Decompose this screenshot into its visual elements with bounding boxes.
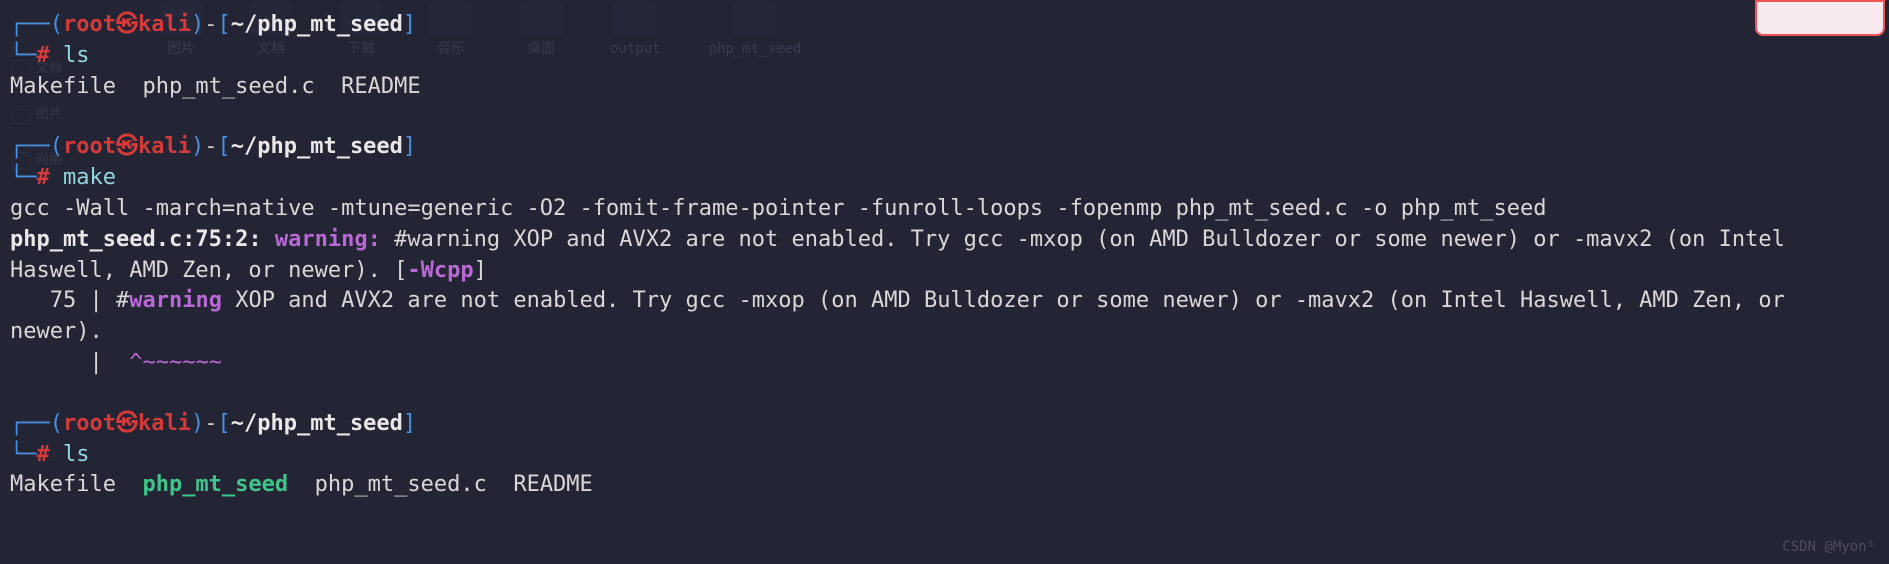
prompt-hash: # [37, 165, 50, 190]
prompt-user: root [63, 12, 116, 37]
ls-output: Makefile php_mt_seed php_mt_seed.c READM… [10, 470, 1879, 501]
command-text: ls [63, 442, 90, 467]
prompt-host: kali [138, 411, 191, 436]
warning-flag: -Wcpp [407, 258, 473, 283]
terminal-output[interactable]: ┌──(root㉿kali)-[~/php_mt_seed] └─# ls Ma… [10, 10, 1879, 501]
prompt-path: ~/php_mt_seed [231, 134, 403, 159]
gcc-invocation: gcc -Wall -march=native -mtune=generic -… [10, 194, 1879, 225]
watermark-text: CSDN @Myon⁵ [1782, 538, 1875, 558]
prompt-line: ┌──(root㉿kali)-[~/php_mt_seed] [10, 409, 1879, 440]
caret-marker: ^~~~~~~ [129, 350, 222, 375]
prompt-host: kali [138, 134, 191, 159]
command-text: ls [63, 43, 90, 68]
prompt-path: ~/php_mt_seed [231, 411, 403, 436]
prompt-line: ┌──(root㉿kali)-[~/php_mt_seed] [10, 10, 1879, 41]
prompt-hash: # [37, 43, 50, 68]
command-line: └─# ls [10, 41, 1879, 72]
ls-output: Makefile php_mt_seed.c README [10, 72, 1879, 103]
executable-file: php_mt_seed [142, 472, 288, 497]
skull-icon: ㉿ [116, 12, 138, 37]
warning-label: warning: [275, 227, 394, 252]
command-text: make [63, 165, 116, 190]
prompt-hash: # [37, 442, 50, 467]
warning-directive: warning [129, 288, 222, 313]
prompt-path: ~/php_mt_seed [231, 12, 403, 37]
prompt-user: root [63, 134, 116, 159]
command-line: └─# make [10, 163, 1879, 194]
caret-line: | ^~~~~~~ [10, 348, 1879, 379]
prompt-host: kali [138, 12, 191, 37]
command-line: └─# ls [10, 440, 1879, 471]
skull-icon: ㉿ [116, 411, 138, 436]
prompt-user: root [63, 411, 116, 436]
skull-icon: ㉿ [116, 134, 138, 159]
compiler-warning: php_mt_seed.c:75:2: warning: #warning XO… [10, 225, 1879, 287]
prompt-line: ┌──(root㉿kali)-[~/php_mt_seed] [10, 132, 1879, 163]
source-context: 75 | #warning XOP and AVX2 are not enabl… [10, 286, 1879, 348]
